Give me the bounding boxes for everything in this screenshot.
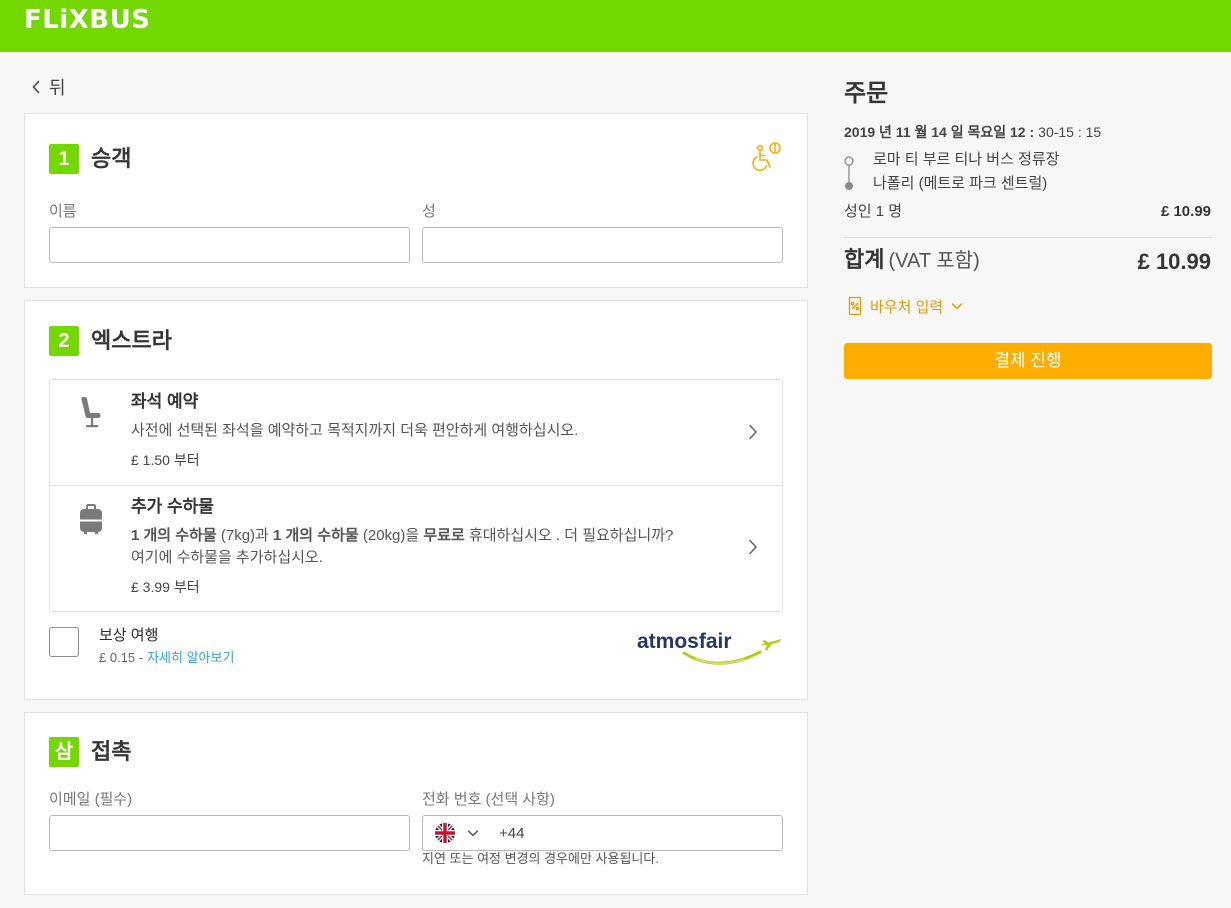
extra-title: 추가 수하물	[131, 497, 214, 516]
seat-icon	[78, 396, 104, 435]
extra-description: 사전에 선택된 좌석을 예약하고 목적지까지 더욱 편안하게 여행하십시오.	[131, 422, 579, 439]
extras-section: 2 엑스트라 좌석 예약 사전에 선택된 좌석을 예약하고 목적지까지 더욱 편…	[24, 300, 808, 700]
extra-title: 좌석 예약	[131, 392, 199, 411]
passenger-label: 성인 1 명	[844, 203, 903, 220]
total-label: 합계	[844, 247, 885, 272]
total-price: £ 10.99	[1137, 248, 1211, 274]
section-title: 엑스트라	[91, 328, 172, 353]
total-row: 합계 (VAT 포함) £ 10.99	[844, 246, 1211, 277]
phone-field	[422, 815, 783, 851]
passengers-section: 1 승객 이름 성	[24, 113, 808, 288]
flixbus-logo[interactable]: FLiXBUS	[24, 6, 150, 34]
compensation-checkbox[interactable]	[49, 627, 79, 657]
uk-flag-svg	[435, 823, 455, 843]
back-link-label: 뒤	[49, 78, 66, 98]
chevron-right-icon	[749, 424, 757, 440]
atmosfair-logo-text: atmosfair	[637, 630, 732, 653]
passenger-row: 성인 1 명 £ 10.99	[844, 203, 1211, 221]
desc-bold-segment: 무료로	[423, 527, 465, 544]
extra-price: £ 1.50 부터	[131, 452, 200, 468]
chevron-down-icon[interactable]	[467, 828, 479, 838]
compensation-price: £ 0.15 -	[99, 650, 144, 665]
total-label-group: 합계 (VAT 포함)	[844, 246, 980, 277]
order-title: 주문	[844, 80, 889, 107]
voucher-label: 바우처 입력	[870, 298, 944, 316]
phone-number-input[interactable]	[499, 816, 779, 850]
step-badge: 1	[49, 144, 79, 174]
top-header: FLiXBUS	[0, 0, 1231, 52]
arrival-stop: 나폴리 (메트로 파크 센트럴)	[873, 175, 1048, 192]
chevron-right-icon	[749, 539, 757, 555]
desc-bold-segment: 1 개의 수하물	[273, 527, 359, 544]
trip-date: 2019 년 11 월 14 일 목요일 12 :	[844, 124, 1035, 140]
voucher-icon	[848, 296, 862, 316]
voucher-toggle[interactable]: 바우처 입력	[848, 296, 963, 316]
route-line-icon	[844, 156, 854, 190]
luggage-icon	[78, 503, 104, 540]
wheelchair-info-svg	[752, 142, 781, 172]
extra-description: 1 개의 수하물 (7kg)과 1 개의 수하물 (20kg)을 무료로 휴대하…	[131, 525, 673, 569]
extra-item-seat-reservation[interactable]: 좌석 예약 사전에 선택된 좌석을 예약하고 목적지까지 더욱 편안하게 여행하…	[50, 380, 782, 486]
summary-divider	[844, 237, 1212, 238]
chevron-down-icon	[951, 303, 963, 310]
section-title: 접촉	[91, 739, 132, 764]
checkout-button[interactable]: 결제 진행	[844, 343, 1212, 379]
desc-segment: (7kg)과	[216, 527, 273, 544]
email-label: 이메일 (필수)	[49, 791, 133, 808]
departure-stop: 로마 티 부르 티나 버스 정류장	[873, 151, 1060, 168]
extra-item-additional-luggage[interactable]: 추가 수하물 1 개의 수하물 (7kg)과 1 개의 수하물 (20kg)을 …	[50, 486, 782, 611]
contact-section: 삼 접촉 이메일 (필수) 전화 번호 (선택 사항) 지연 또는 여정 변경의…	[24, 712, 808, 895]
luggage-svg	[80, 504, 102, 534]
chevron-left-icon	[32, 80, 40, 94]
extras-list: 좌석 예약 사전에 선택된 좌석을 예약하고 목적지까지 더욱 편안하게 여행하…	[49, 379, 783, 612]
passenger-price: £ 10.99	[1160, 203, 1211, 220]
trip-datetime: 2019 년 11 월 14 일 목요일 12 :30-15 : 15	[844, 123, 1101, 141]
uk-flag-icon[interactable]	[435, 823, 455, 843]
phone-hint: 지연 또는 여정 변경의 경우에만 사용됩니다.	[422, 851, 659, 866]
email-field[interactable]	[49, 815, 410, 851]
section-title: 승객	[91, 146, 132, 171]
compensation-title: 보상 여행	[99, 627, 159, 644]
learn-more-link[interactable]: 자세히 알아보기	[147, 650, 234, 665]
desc-bold-segment: 1 개의 수하물	[131, 527, 217, 544]
desc-segment: 여기에 수하물을 추가하십시오.	[131, 549, 323, 566]
back-link[interactable]: 뒤	[31, 76, 66, 98]
desc-segment: (20kg)을	[358, 527, 424, 544]
wheelchair-info-icon[interactable]	[749, 140, 783, 174]
first-name-field[interactable]	[49, 227, 410, 263]
trip-time: 30-15 : 15	[1038, 124, 1102, 140]
extra-price: £ 3.99 부터	[131, 579, 200, 595]
desc-segment: 휴대하십시오 . 더 필요하십니까?	[464, 527, 674, 544]
step-badge: 2	[49, 326, 79, 356]
total-vat-note: (VAT 포함)	[888, 250, 980, 272]
compensation-price-line: £ 0.15 - 자세히 알아보기	[99, 650, 234, 666]
seat-svg	[81, 397, 101, 428]
step-badge: 삼	[49, 737, 79, 767]
first-name-label: 이름	[49, 203, 77, 220]
phone-label: 전화 번호 (선택 사항)	[422, 791, 555, 808]
atmosfair-logo: atmosfair	[637, 630, 781, 665]
last-name-field[interactable]	[422, 227, 783, 263]
last-name-label: 성	[422, 203, 436, 220]
